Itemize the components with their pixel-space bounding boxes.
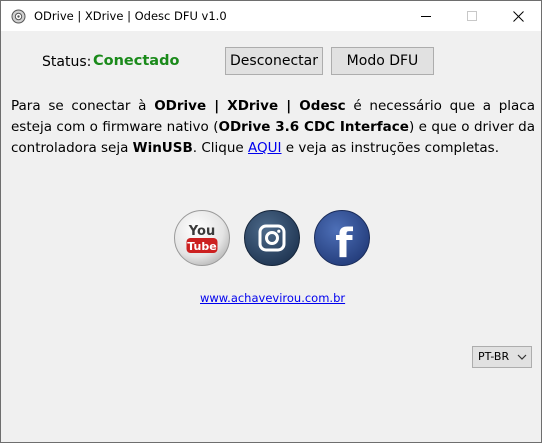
info-text-1: Para se conectar à: [11, 98, 155, 114]
maximize-icon: [467, 11, 477, 21]
instructions-text: Para se conectar à ODrive | XDrive | Ode…: [11, 96, 535, 159]
youtube-icon[interactable]: You Tube: [173, 209, 231, 267]
minimize-button[interactable]: [403, 1, 449, 31]
facebook-f-text: f: [335, 221, 353, 267]
app-icon: [11, 9, 26, 24]
info-bold-driver: WinUSB: [132, 140, 193, 156]
info-text-4: . Clique: [192, 140, 249, 156]
website-link[interactable]: www.achavevirou.com.br: [200, 291, 345, 305]
app-window: ODrive | XDrive | Odesc DFU v1.0 Status:…: [0, 0, 542, 443]
status-value: Conectado: [93, 53, 180, 69]
language-select[interactable]: PT-BR: [472, 346, 532, 368]
info-bold-firmware: ODrive 3.6 CDC Interface: [218, 119, 409, 135]
window-title: ODrive | XDrive | Odesc DFU v1.0: [34, 9, 227, 23]
close-icon: [512, 10, 524, 22]
instagram-icon[interactable]: [243, 209, 301, 267]
language-value: PT-BR: [478, 350, 510, 363]
youtube-tube-text: Tube: [187, 240, 216, 253]
title-bar[interactable]: ODrive | XDrive | Odesc DFU v1.0: [1, 1, 541, 31]
close-button[interactable]: [495, 1, 541, 31]
client-area: Status: Conectado Desconectar Modo DFU P…: [1, 31, 541, 442]
info-bold-board: ODrive | XDrive | Odesc: [154, 98, 346, 114]
youtube-you-text: You: [188, 224, 215, 239]
instructions-link[interactable]: AQUI: [248, 140, 282, 156]
status-label: Status:: [42, 54, 92, 70]
info-text-5: e veja as instruções completas.: [281, 140, 500, 156]
chevron-down-icon: [517, 354, 527, 360]
facebook-icon[interactable]: f: [313, 209, 371, 267]
dfu-mode-button[interactable]: Modo DFU: [331, 47, 434, 75]
minimize-icon: [421, 16, 431, 17]
maximize-button[interactable]: [449, 1, 495, 31]
disconnect-button[interactable]: Desconectar: [225, 47, 323, 75]
